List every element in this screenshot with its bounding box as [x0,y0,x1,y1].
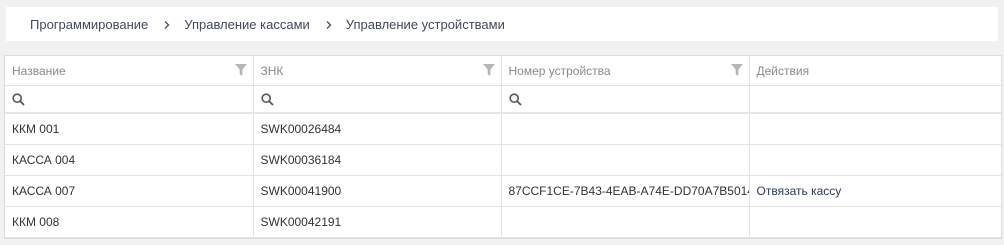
table-row[interactable]: ККМ 001 SWK00026484 [5,113,1001,145]
cell-device-number [501,144,750,176]
cell-znk: SWK00036184 [253,144,502,176]
column-header-label: Номер устройства [508,63,611,78]
znk-search-field[interactable] [253,85,502,114]
table-header-row: Название ЗНК Номер устройства Действия [5,56,1001,86]
table-row[interactable]: ККМ 008 SWK00042191 [5,206,1001,238]
search-icon [508,93,522,106]
table-filter-row [5,85,1001,114]
cell-actions [749,144,1001,176]
breadcrumb-item-device-management: Управление устройствами [345,16,505,32]
column-header-actions: Действия [749,56,1001,86]
breadcrumb: Программирование Управление кассами Упра… [6,7,998,41]
column-header-znk[interactable]: ЗНК [253,56,502,86]
cell-device-number [501,113,750,145]
cell-znk: SWK00042191 [253,206,502,238]
cell-actions [749,206,1001,238]
chevron-right-icon [324,20,334,30]
column-header-label: Действия [756,63,810,78]
name-search-field[interactable] [5,85,254,114]
filter-icon[interactable] [730,64,743,77]
cell-device-number [501,206,750,238]
column-header-label: ЗНК [260,63,284,78]
cell-device-number: 87CCF1CE-7B43-4EAB-A74E-DD70A7B50141 [501,175,750,207]
filter-icon[interactable] [234,64,247,77]
column-header-name[interactable]: Название [5,56,254,86]
column-header-label: Название [12,63,66,78]
cell-name: КАССА 007 [5,175,254,207]
device-number-search-field[interactable] [501,85,750,114]
breadcrumb-item-programming[interactable]: Программирование [30,17,148,32]
search-icon [260,93,274,106]
chevron-right-icon [162,20,172,30]
filter-icon[interactable] [482,64,495,77]
cell-name: ККМ 008 [5,206,254,238]
devices-grid: Название ЗНК Номер устройства Действия К… [4,55,1002,239]
cell-znk: SWK00041900 [253,175,502,207]
table-row[interactable]: КАССА 007 SWK00041900 87CCF1CE-7B43-4EAB… [5,175,1001,207]
cell-name: ККМ 001 [5,113,254,145]
devices-table: Название ЗНК Номер устройства Действия К… [5,56,1001,238]
unbind-register-link[interactable]: Отвязать кассу [757,184,842,198]
cell-actions [749,113,1001,145]
actions-filter-cell [749,85,1001,114]
search-icon [12,93,25,106]
breadcrumb-item-cash-management[interactable]: Управление кассами [184,17,310,32]
column-header-device-number[interactable]: Номер устройства [501,56,750,86]
table-row[interactable]: КАССА 004 SWK00036184 [5,144,1001,176]
cell-actions: Отвязать кассу [749,175,1001,207]
cell-znk: SWK00026484 [253,113,502,145]
cell-name: КАССА 004 [5,144,254,176]
